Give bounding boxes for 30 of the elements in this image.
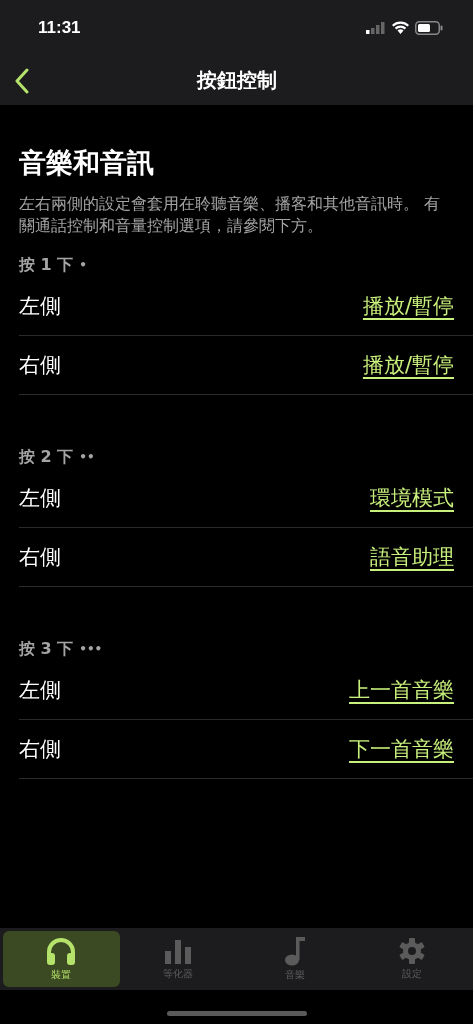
action-link[interactable]: 語音助理	[370, 543, 454, 571]
bar-chart-icon	[164, 937, 193, 965]
signal-icon	[366, 21, 386, 34]
tab[interactable]: 裝置	[3, 931, 120, 987]
side-label: 右側	[19, 352, 61, 379]
section-title: 音樂和音訊	[19, 146, 155, 180]
group-label: 按 3 下	[19, 638, 74, 660]
page-title: 按鈕控制	[196, 66, 277, 94]
press-dots: ••	[79, 450, 95, 464]
music-note-icon	[283, 936, 306, 966]
settings-icon	[397, 937, 426, 965]
side-label: 左側	[19, 485, 61, 512]
action-link[interactable]: 播放/暫停	[362, 351, 454, 379]
side-label: 右側	[19, 736, 61, 763]
press-dots: •	[79, 258, 87, 272]
wifi-icon	[392, 21, 409, 34]
action-link[interactable]: 環境模式	[370, 484, 454, 512]
action-link[interactable]: 播放/暫停	[362, 292, 454, 320]
side-label: 左側	[19, 293, 61, 320]
group-label: 按 1 下	[19, 254, 74, 276]
press-dots: •••	[79, 642, 103, 656]
group-label: 按 2 下	[19, 446, 74, 468]
headphones-icon	[45, 936, 78, 966]
action-link[interactable]: 上一首音樂	[349, 676, 454, 704]
section-description: 左右兩側的設定會套用在聆聽音樂、播客和其他音訊時。 有關通話控制和音量控制選項，請參閱下方。	[19, 193, 442, 237]
battery-icon	[415, 20, 443, 35]
action-link[interactable]: 下一首音樂	[349, 735, 454, 763]
side-label: 左側	[19, 677, 61, 704]
status-time: 11:31	[38, 17, 81, 38]
side-label: 右側	[19, 544, 61, 571]
